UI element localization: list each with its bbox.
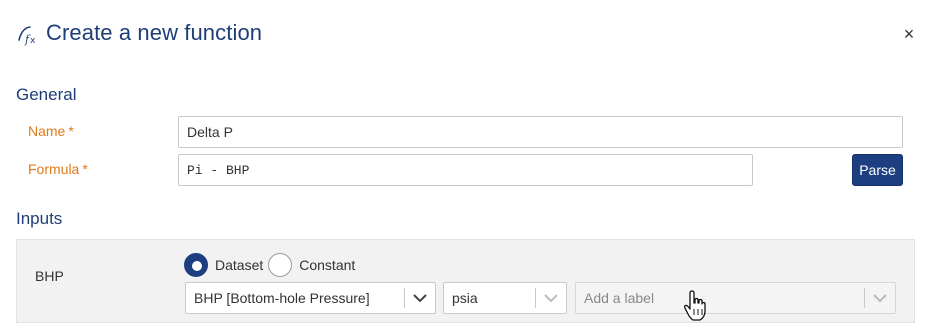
label-select[interactable]: Add a label [575,282,896,314]
constant-radio-label[interactable]: Constant [299,257,355,273]
dataset-select[interactable]: BHP [Bottom-hole Pressure] [185,282,436,314]
name-label: Name * [28,123,74,139]
dataset-select-value: BHP [Bottom-hole Pressure] [194,290,370,306]
unit-select[interactable]: psia [443,282,567,314]
dataset-radio[interactable] [184,253,208,277]
formula-label: Formula * [28,161,88,177]
unit-select-value: psia [452,290,478,306]
chevron-down-icon[interactable] [865,283,895,313]
required-marker: * [68,123,74,139]
formula-input[interactable]: Pi - BHP [178,154,753,186]
dialog-title: Create a new function [46,20,263,45]
name-label-text: Name [28,123,66,139]
hand-pointer-cursor-icon [683,290,706,321]
formula-label-text: Formula [28,161,80,177]
close-icon[interactable]: × [901,22,917,46]
input-variable-name: BHP [35,268,64,284]
svg-text:x: x [30,36,36,46]
label-select-placeholder: Add a label [584,290,655,306]
chevron-down-icon[interactable] [405,283,435,313]
create-function-dialog: f x Create a new function × General Name… [0,0,929,329]
constant-radio[interactable] [268,253,293,277]
general-section-title: General [16,85,77,104]
dataset-radio-label[interactable]: Dataset [215,257,263,273]
function-fx-icon: f x [18,26,36,46]
inputs-section-title: Inputs [16,209,63,228]
name-input[interactable]: Delta P [178,116,903,148]
chevron-down-icon[interactable] [536,283,566,313]
parse-button[interactable]: Parse [852,154,903,186]
source-radio-group: Dataset Constant [184,252,360,278]
required-marker: * [82,161,88,177]
